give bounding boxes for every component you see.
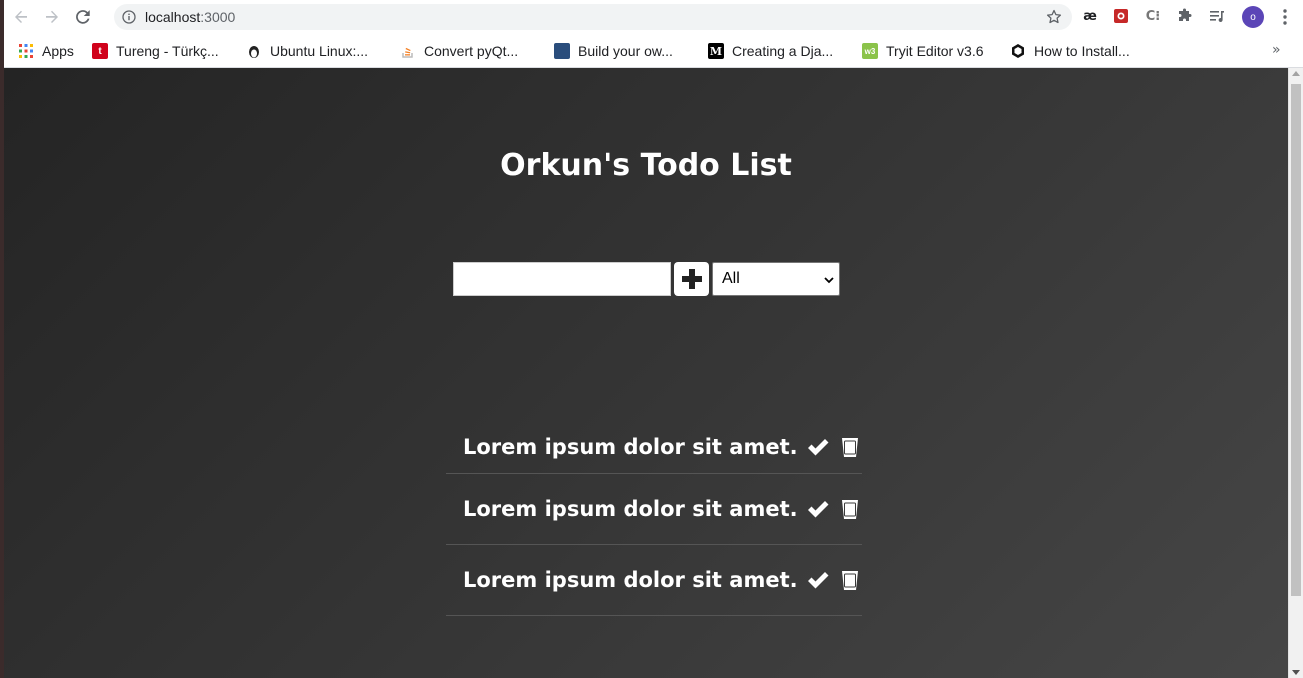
scroll-down-arrow-icon[interactable] (1292, 670, 1300, 675)
trash-icon (841, 500, 858, 519)
bookmark-label: Tureng - Türkç... (116, 43, 219, 59)
todo-item: Lorem ipsum dolor sit amet. (446, 545, 862, 616)
add-todo-button[interactable] (674, 262, 709, 296)
profile-avatar[interactable]: o (1242, 6, 1264, 28)
ae-extension-icon[interactable]: æ (1080, 6, 1100, 26)
delete-button[interactable] (838, 435, 862, 459)
tureng-icon: t (92, 43, 108, 59)
bookmark-creating-django[interactable]: M Creating a Dja... (708, 42, 833, 60)
todo-form: All (453, 262, 840, 296)
todo-item: Lorem ipsum dolor sit amet. (446, 421, 862, 474)
complete-button[interactable] (806, 435, 830, 459)
window-edge (0, 0, 4, 678)
page-title: Orkun's Todo List (500, 148, 792, 183)
complete-button[interactable] (806, 568, 830, 592)
bookmark-star-icon[interactable] (1046, 9, 1062, 25)
stackoverflow-icon (400, 43, 416, 59)
delete-button[interactable] (838, 568, 862, 592)
todo-text: Lorem ipsum dolor sit amet. (463, 568, 798, 592)
check-icon (807, 572, 829, 589)
scroll-up-arrow-icon[interactable] (1292, 71, 1300, 76)
bookmark-tryit-editor[interactable]: w3 Tryit Editor v3.6 (862, 42, 984, 60)
arrow-left-icon (15, 10, 27, 23)
page-scrollbar[interactable] (1288, 68, 1303, 678)
todo-list: Lorem ipsum dolor sit amet. Lorem ipsum … (446, 421, 862, 616)
todo-item: Lorem ipsum dolor sit amet. (446, 474, 862, 545)
complete-button[interactable] (806, 497, 830, 521)
bookmark-label: Ubuntu Linux:... (270, 43, 369, 59)
todo-input[interactable] (453, 262, 671, 296)
url-port: :3000 (200, 9, 236, 25)
plus-icon (681, 269, 702, 289)
linux-penguin-icon (246, 43, 262, 59)
puzzle-extensions-icon[interactable] (1175, 6, 1195, 26)
bookmark-label: How to Install... (1034, 43, 1130, 59)
info-icon[interactable] (122, 10, 136, 24)
delete-button[interactable] (838, 497, 862, 521)
w3schools-icon: w3 (862, 43, 878, 59)
bookmark-label: Creating a Dja... (732, 43, 834, 59)
todo-text: Lorem ipsum dolor sit amet. (463, 435, 798, 459)
bookmark-build-your-own[interactable]: Build your ow... (554, 42, 673, 60)
bookmark-label: Tryit Editor v3.6 (886, 43, 984, 59)
trash-icon (841, 438, 858, 457)
site-icon (554, 43, 570, 59)
bookmark-ubuntu-linux[interactable]: Ubuntu Linux:... (246, 42, 368, 60)
apps-grid-icon (18, 43, 34, 59)
bookmark-label: Apps (42, 43, 74, 59)
filter-select[interactable]: All (712, 262, 840, 296)
bookmark-label: Convert pyQt... (424, 43, 519, 59)
scrollbar-thumb[interactable] (1291, 84, 1301, 596)
chevron-down-icon (824, 277, 834, 284)
bookmark-convert-pyqt[interactable]: Convert pyQt... (400, 42, 518, 60)
hexagon-icon (1010, 43, 1026, 59)
todo-app-page: Orkun's Todo List All Lorem ipsum dolor … (4, 68, 1288, 678)
medium-icon: M (708, 43, 724, 59)
reading-list-icon[interactable] (1207, 6, 1227, 26)
bookmark-tureng[interactable]: t Tureng - Türkç... (92, 42, 219, 60)
forward-button[interactable] (38, 3, 66, 31)
filter-selected-value: All (722, 270, 740, 287)
address-bar[interactable]: localhost:3000 (114, 4, 1072, 30)
browser-toolbar: localhost:3000 æ C⁝ o (4, 0, 1303, 34)
c-extension-icon[interactable]: C⁝ (1143, 6, 1163, 26)
arrow-right-icon (46, 10, 58, 23)
url-host: localhost (145, 9, 201, 25)
todo-text: Lorem ipsum dolor sit amet. (463, 497, 798, 521)
trash-icon (841, 571, 858, 590)
back-button[interactable] (7, 3, 35, 31)
bookmark-label: Build your ow... (578, 43, 673, 59)
reload-icon (76, 10, 90, 24)
more-menu-icon[interactable] (1275, 7, 1295, 27)
check-icon (807, 501, 829, 518)
url-text: localhost:3000 (145, 9, 235, 25)
bookmark-apps[interactable]: Apps (18, 42, 74, 60)
reload-button[interactable] (69, 3, 97, 31)
bookmarks-bar: Apps t Tureng - Türkç... Ubuntu Linux:..… (4, 34, 1303, 68)
check-icon (807, 439, 829, 456)
bookmark-how-to-install[interactable]: How to Install... (1010, 42, 1130, 60)
more-bookmarks-button[interactable]: » (1272, 42, 1281, 58)
red-extension-icon[interactable] (1111, 6, 1131, 26)
